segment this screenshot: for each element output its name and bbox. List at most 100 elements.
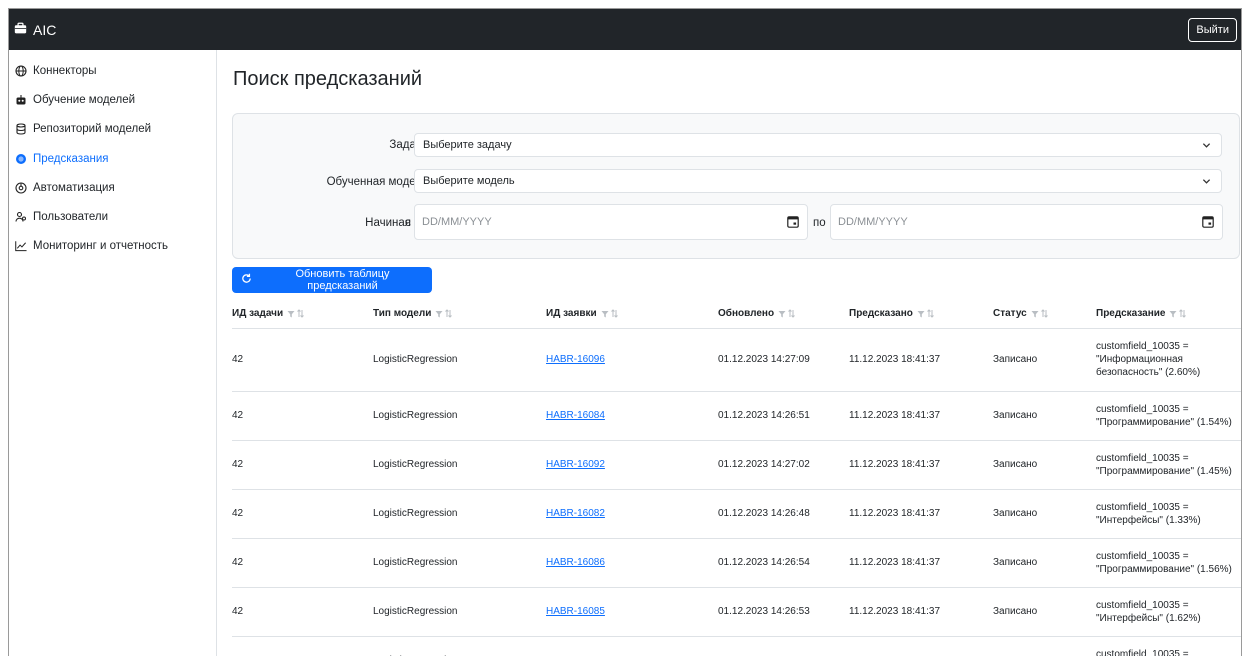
cell-prediction: customfield_10035 ="Программирование" (1…	[1096, 452, 1241, 478]
app-window: AIC Выйти Коннекторы Обучение моделейРепо…	[8, 8, 1242, 656]
task-select[interactable]: Выберите задачу	[414, 133, 1222, 157]
task-select-value: Выберите задачу	[423, 139, 512, 151]
column-header-4[interactable]: Предсказано	[849, 299, 934, 328]
filter-sort-icon[interactable]	[287, 309, 304, 318]
table-row[interactable]: 42 LogisticRegression HABR-16085 01.12.2023…	[232, 587, 1241, 637]
brand[interactable]: AIC	[14, 22, 56, 38]
robot-icon	[15, 94, 27, 106]
column-header-label: Тип модели	[373, 308, 431, 319]
table-row[interactable]: 42 LogisticRegression HABR-16092 01.12.2023…	[232, 440, 1241, 490]
refresh-predictions-button[interactable]: Обновить таблицу предсказаний	[232, 267, 432, 293]
from-label: с	[405, 217, 411, 229]
cell-updated: 01.12.2023 14:26:53	[718, 606, 810, 617]
column-header-3[interactable]: Обновлено	[718, 299, 795, 328]
prediction-line: customfield_10035 =	[1096, 403, 1241, 416]
cell-updated: 01.12.2023 14:27:02	[718, 459, 810, 470]
column-header-label: Предсказано	[849, 308, 913, 319]
date-to-input[interactable]: DD/MM/YYYY	[830, 204, 1223, 240]
sidebar-item-3[interactable]: Предсказания	[9, 144, 216, 173]
table-row[interactable]: 42LogisticRegressionHABR-1609401.12.2023…	[232, 636, 1241, 656]
filter-sort-icon[interactable]	[917, 309, 934, 318]
table-row[interactable]: 42LogisticRegressionHABR-1608401.12.2023…	[232, 391, 1241, 441]
prediction-line: customfield_10035 =	[1096, 501, 1241, 514]
sidebar-item-6[interactable]: Мониторинг и отчетность	[9, 232, 216, 261]
prediction-line: "Информационная	[1096, 353, 1241, 366]
sidebar-item-5[interactable]: Пользователи	[9, 202, 216, 231]
sidebar-item-label: Автоматизация	[33, 182, 115, 194]
sidebar-item-label: Мониторинг и отчетность	[33, 240, 168, 252]
filter-sort-icon[interactable]	[1169, 309, 1186, 318]
cell-predicted: 11.12.2023 18:41:37	[849, 459, 940, 470]
cell-status: Записано	[993, 557, 1037, 568]
cell-ticket-id[interactable]: HABR-16082	[546, 508, 605, 519]
prediction-line: безопасность" (2.60%)	[1096, 366, 1241, 379]
sidebar-item-label: Коннекторы	[33, 65, 97, 77]
cell-updated: 01.12.2023 14:26:48	[718, 508, 810, 519]
cell-prediction: customfield_10035 ="Интерфейсы" (1.33%)	[1096, 501, 1241, 527]
top-navbar: AIC Выйти	[9, 9, 1241, 50]
cell-model-type: LogisticRegression	[373, 459, 458, 470]
cell-ticket-id[interactable]: HABR-16085	[546, 606, 605, 617]
cell-task-id: 42	[232, 410, 243, 421]
column-header-6[interactable]: Предсказание	[1096, 299, 1186, 328]
chevron-down-icon	[1202, 141, 1211, 153]
column-header-1[interactable]: Тип модели	[373, 299, 452, 328]
filter-panel: Задача Выберите задачу Обученная модель …	[232, 113, 1240, 259]
filter-sort-icon[interactable]	[778, 309, 795, 318]
cell-ticket-id[interactable]: HABR-16096	[546, 354, 605, 365]
cell-task-id: 42	[232, 459, 243, 470]
model-label: Обученная модель	[327, 176, 428, 188]
model-select-value: Выберите модель	[423, 175, 515, 187]
cell-model-type: LogisticRegression	[373, 606, 458, 617]
cell-model-type: LogisticRegression	[373, 354, 458, 365]
sidebar-item-label: Пользователи	[33, 211, 108, 223]
globe-icon	[15, 65, 27, 77]
cell-task-id: 42	[232, 508, 243, 519]
cell-task-id: 42	[232, 354, 243, 365]
table-row[interactable]: 42 LogisticRegression HABR-16082 01.12.2023…	[232, 489, 1241, 539]
cell-ticket-id[interactable]: HABR-16084	[546, 410, 605, 421]
filter-sort-icon[interactable]	[435, 309, 452, 318]
app-name: AIC	[33, 22, 56, 38]
column-header-label: ИД задачи	[232, 308, 283, 319]
filter-sort-icon[interactable]	[601, 309, 618, 318]
column-header-2[interactable]: ИД заявки	[546, 299, 618, 328]
cell-predicted: 11.12.2023 18:41:37	[849, 508, 940, 519]
sidebar-item-2[interactable]: Репозиторий моделей	[9, 115, 216, 144]
column-header-5[interactable]: Статус	[993, 299, 1048, 328]
table-header: ИД задачи Тип модели ИД заявки Обновлено Пре…	[232, 299, 1241, 329]
prediction-line: "Программирование" (1.56%)	[1096, 563, 1241, 576]
column-header-0[interactable]: ИД задачи	[232, 299, 304, 328]
main-content: Поиск предсказаний Задача Выберите задач…	[217, 50, 1241, 656]
cell-updated: 01.12.2023 14:27:09	[718, 354, 810, 365]
calendar-icon[interactable]	[787, 215, 799, 231]
filter-sort-icon[interactable]	[1031, 309, 1048, 318]
cell-model-type: LogisticRegression	[373, 508, 458, 519]
cell-task-id: 42	[232, 606, 243, 617]
table-row[interactable]: 42LogisticRegressionHABR-1608601.12.2023…	[232, 538, 1241, 588]
cell-status: Записано	[993, 459, 1037, 470]
sidebar: Коннекторы Обучение моделейРепозиторий мо…	[9, 50, 217, 656]
date-from-input[interactable]: DD/MM/YYYY	[414, 204, 808, 240]
logout-button[interactable]: Выйти	[1188, 18, 1237, 42]
sidebar-item-label: Предсказания	[33, 153, 109, 165]
prediction-line: "Интерфейсы" (1.62%)	[1096, 612, 1241, 625]
cell-status: Записано	[993, 410, 1037, 421]
chart-icon	[15, 240, 27, 252]
prediction-line: "Программирование" (1.54%)	[1096, 416, 1241, 429]
sidebar-item-4[interactable]: Автоматизация	[9, 173, 216, 202]
calendar-icon[interactable]	[1202, 215, 1214, 231]
cell-ticket-id[interactable]: HABR-16092	[546, 459, 605, 470]
cell-updated: 01.12.2023 14:26:54	[718, 557, 810, 568]
sidebar-item-1[interactable]: Обучение моделей	[9, 85, 216, 114]
model-select[interactable]: Выберите модель	[414, 169, 1222, 193]
briefcase-icon	[14, 22, 33, 38]
prediction-line: "Интерфейсы" (1.33%)	[1096, 514, 1241, 527]
cell-ticket-id[interactable]: HABR-16086	[546, 557, 605, 568]
sidebar-item-0[interactable]: Коннекторы	[9, 56, 216, 85]
table-row[interactable]: 42 LogisticRegression HABR-16096 01.12.2023…	[232, 328, 1241, 392]
column-header-label: Обновлено	[718, 308, 774, 319]
cell-model-type: LogisticRegression	[373, 557, 458, 568]
prediction-line: customfield_10035 =	[1096, 599, 1241, 612]
cell-status: Записано	[993, 354, 1037, 365]
